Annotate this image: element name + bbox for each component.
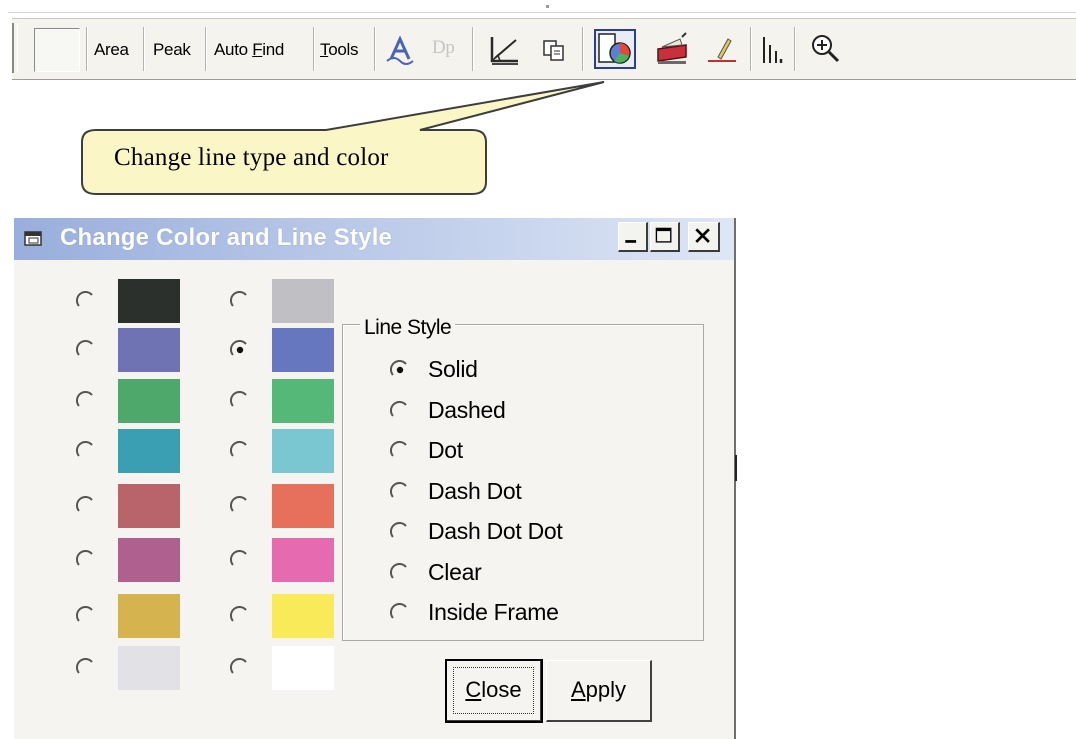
line-style-label: Solid xyxy=(428,356,478,382)
text-cursor xyxy=(735,455,737,481)
line-style-label: Dash Dot xyxy=(428,477,522,504)
line-style-title: Line Style xyxy=(360,316,456,340)
color-swatch[interactable] xyxy=(118,379,180,423)
color-swatch[interactable] xyxy=(118,538,180,582)
focus-rectangle xyxy=(453,667,534,714)
color-swatch[interactable] xyxy=(272,646,334,690)
color-radio-right-4[interactable] xyxy=(230,441,250,461)
color-radio-left-3[interactable] xyxy=(76,391,96,411)
line-style-radio[interactable] xyxy=(390,481,410,502)
line-style-radio[interactable] xyxy=(390,562,410,583)
color-swatch[interactable] xyxy=(272,538,334,582)
minimize-button[interactable] xyxy=(618,222,648,252)
line-style-radio[interactable] xyxy=(390,400,410,421)
dialog-title: Change Color and Line Style xyxy=(60,224,393,251)
color-swatch[interactable] xyxy=(272,279,334,323)
line-style-label: Dash Dot Dot xyxy=(428,518,563,544)
apply-label-rest: pply xyxy=(585,677,627,702)
color-swatch[interactable] xyxy=(118,328,180,372)
color-radio-right-3[interactable] xyxy=(230,391,250,411)
color-radio-left-6[interactable] xyxy=(76,550,96,570)
line-style-radio[interactable] xyxy=(390,360,410,380)
line-style-radio[interactable] xyxy=(390,603,410,623)
line-style-radio[interactable] xyxy=(390,522,410,542)
window-icon xyxy=(24,229,44,249)
color-swatch[interactable] xyxy=(272,429,334,473)
line-style-radio[interactable] xyxy=(390,441,410,461)
maximize-button[interactable] xyxy=(650,222,680,252)
color-radio-left-2[interactable] xyxy=(76,340,96,360)
color-swatch[interactable] xyxy=(272,594,334,638)
dialog-titlebar[interactable]: Change Color and Line Style xyxy=(14,218,734,260)
color-swatch[interactable] xyxy=(118,279,180,323)
color-swatch[interactable] xyxy=(272,484,334,528)
line-style-label: Clear xyxy=(428,558,482,585)
color-radio-right-6[interactable] xyxy=(230,550,250,570)
color-radio-left-8[interactable] xyxy=(76,658,96,678)
color-radio-left-1[interactable] xyxy=(76,291,96,311)
callout-text: Change line type and color xyxy=(114,144,389,171)
color-radio-right-2[interactable] xyxy=(230,340,250,360)
color-radio-right-5[interactable] xyxy=(230,496,250,516)
color-swatch[interactable] xyxy=(272,379,334,423)
close-button[interactable]: Close xyxy=(445,659,543,723)
color-swatch[interactable] xyxy=(118,429,180,473)
color-radio-right-8[interactable] xyxy=(230,658,250,678)
color-radio-right-1[interactable] xyxy=(230,291,250,311)
change-color-dialog: Change Color and Line Style Line Style S… xyxy=(14,218,736,739)
line-style-label: Dashed xyxy=(428,396,506,423)
apply-hotkey: A xyxy=(570,677,586,702)
color-radio-left-7[interactable] xyxy=(76,606,96,626)
line-style-label: Dot xyxy=(428,437,463,463)
line-style-label: Inside Frame xyxy=(428,599,559,625)
apply-button[interactable]: Apply xyxy=(546,660,652,722)
color-swatch[interactable] xyxy=(118,484,180,528)
color-swatch[interactable] xyxy=(272,328,334,372)
color-radio-left-4[interactable] xyxy=(76,441,96,461)
close-window-button[interactable] xyxy=(688,222,720,252)
color-radio-right-7[interactable] xyxy=(230,606,250,626)
color-swatch[interactable] xyxy=(118,646,180,690)
color-radio-left-5[interactable] xyxy=(76,496,96,516)
color-swatch[interactable] xyxy=(118,594,180,638)
